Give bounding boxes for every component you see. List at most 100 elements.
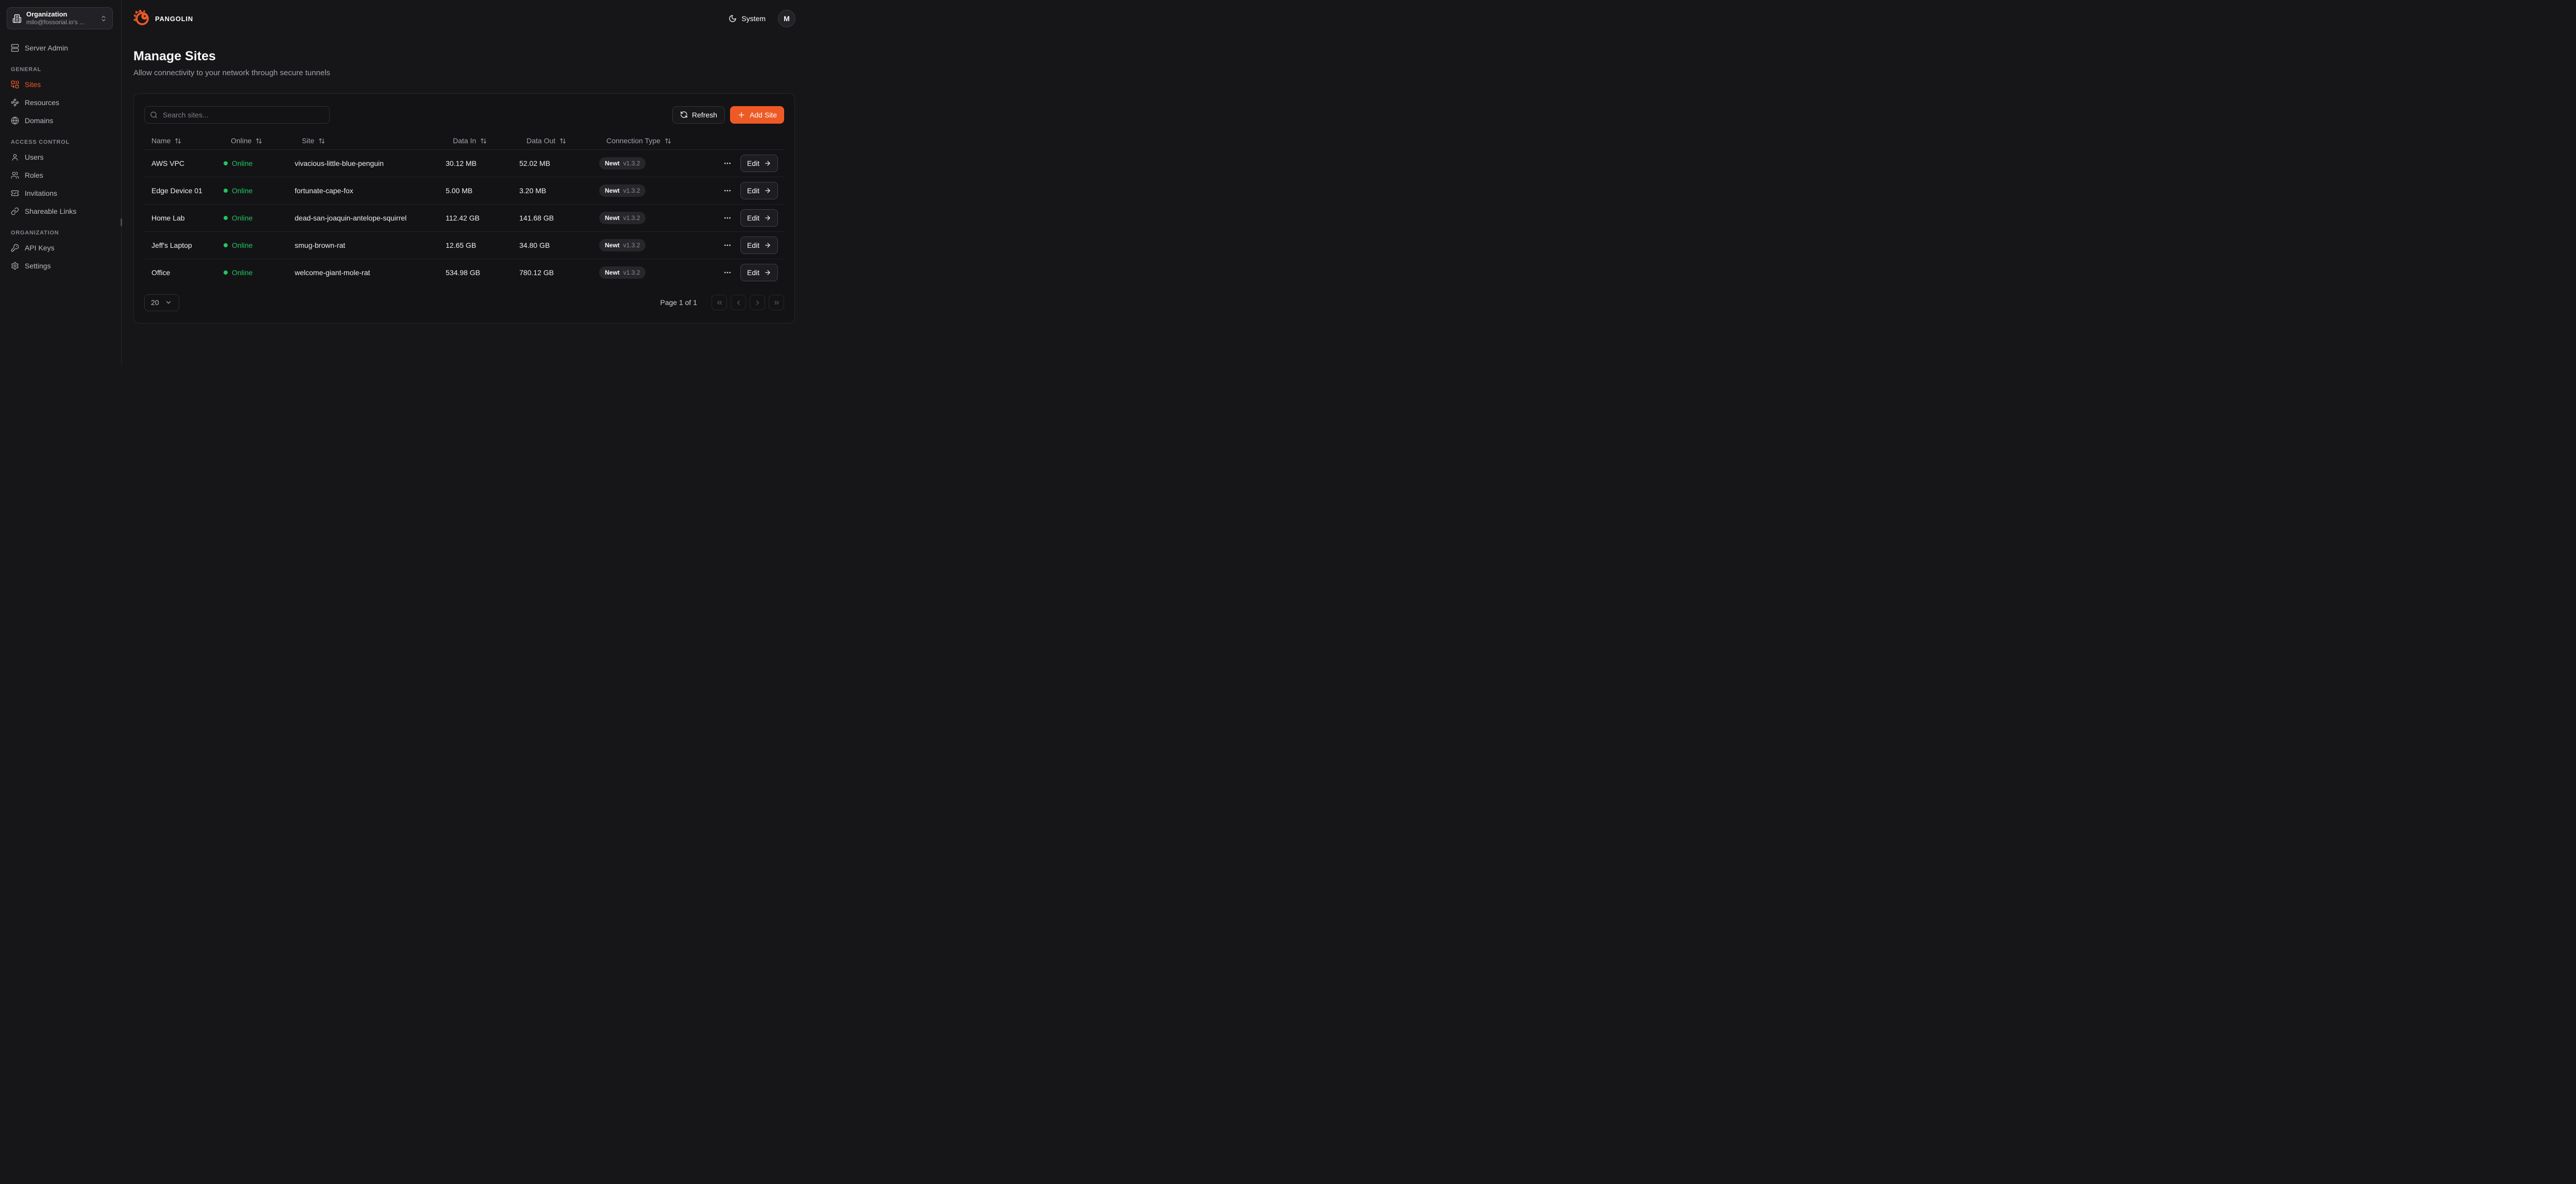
org-selector[interactable]: Organization milo@fossorial.io's ... (7, 7, 113, 29)
chevron-left-icon (735, 299, 742, 307)
row-menu-button[interactable] (721, 157, 734, 170)
sidebar-item-server-admin[interactable]: Server Admin (7, 40, 113, 56)
site-name: Edge Device 01 (144, 187, 224, 195)
arrow-right-icon (764, 269, 771, 276)
data-in-value: 12.65 GB (446, 241, 519, 249)
sort-icon (318, 138, 325, 144)
brand-logo[interactable]: PANGOLIN (133, 9, 193, 29)
refresh-icon (680, 111, 688, 119)
last-page-button[interactable] (769, 295, 784, 310)
site-name: AWS VPC (144, 159, 224, 167)
connection-type-badge: Newtv1.3.2 (599, 157, 646, 170)
data-in-value: 534.98 GB (446, 268, 519, 277)
site-slug: vivacious-little-blue-penguin (295, 159, 446, 167)
arrow-right-icon (764, 160, 771, 167)
column-header-data-out[interactable]: Data Out (519, 137, 599, 145)
sidebar-item-label: Roles (25, 171, 43, 179)
ellipsis-icon (723, 187, 732, 195)
sidebar-item-api-keys[interactable]: API Keys (7, 240, 113, 256)
sidebar-item-label: Sites (25, 80, 41, 89)
column-header-site[interactable]: Site (295, 137, 446, 145)
column-header-online[interactable]: Online (224, 137, 295, 145)
status-badge: Online (224, 159, 295, 167)
row-menu-button[interactable] (721, 184, 734, 197)
next-page-button[interactable] (750, 295, 765, 310)
column-header-name[interactable]: Name (144, 137, 224, 145)
status-badge: Online (224, 241, 295, 249)
sidebar-item-shareable-links[interactable]: Shareable Links (7, 204, 113, 219)
edit-button[interactable]: Edit (740, 155, 778, 172)
sites-toolbar: Refresh Add Site (144, 106, 784, 124)
connection-type-badge: Newtv1.3.2 (599, 184, 646, 197)
sidebar-nav: Server Admin GENERAL Sites Resources Dom… (7, 40, 113, 274)
online-dot-icon (224, 189, 228, 193)
previous-page-button[interactable] (731, 295, 746, 310)
edit-button[interactable]: Edit (740, 264, 778, 281)
sidebar-item-domains[interactable]: Domains (7, 113, 113, 128)
brand-name: PANGOLIN (155, 15, 193, 23)
sites-table: Name Online Site Data In (144, 132, 784, 286)
row-menu-button[interactable] (721, 212, 734, 224)
sidebar-item-label: Settings (25, 262, 51, 270)
sidebar-item-invitations[interactable]: Invitations (7, 185, 113, 201)
data-in-value: 5.00 MB (446, 187, 519, 195)
sidebar-item-label: API Keys (25, 244, 55, 252)
table-row: Office Online welcome-giant-mole-rat 534… (144, 259, 784, 286)
sidebar-section-organization: ORGANIZATION (11, 230, 113, 236)
combine-icon (11, 80, 19, 89)
theme-toggle-label: System (741, 14, 766, 23)
key-icon (11, 244, 19, 252)
first-page-button[interactable] (711, 295, 727, 310)
ticket-check-icon (11, 189, 19, 197)
edit-button[interactable]: Edit (740, 182, 778, 199)
sites-card: Refresh Add Site Name (133, 93, 795, 324)
sidebar-item-resources[interactable]: Resources (7, 95, 113, 110)
sidebar-item-users[interactable]: Users (7, 149, 113, 165)
sidebar-resize-handle[interactable] (121, 218, 122, 226)
globe-icon (11, 116, 19, 125)
sort-icon (175, 138, 181, 144)
sidebar-item-label: Invitations (25, 189, 57, 197)
chevrons-left-icon (716, 299, 723, 307)
arrow-right-icon (764, 214, 771, 222)
add-site-button[interactable]: Add Site (730, 106, 784, 124)
avatar[interactable]: M (778, 10, 795, 27)
page-size-select[interactable]: 20 (144, 294, 179, 311)
sidebar-item-roles[interactable]: Roles (7, 167, 113, 183)
sidebar-item-sites[interactable]: Sites (7, 77, 113, 92)
site-slug: smug-brown-rat (295, 241, 446, 249)
waypoints-icon (11, 98, 19, 107)
data-in-value: 30.12 MB (446, 159, 519, 167)
site-name: Office (144, 268, 224, 277)
sidebar-section-access-control: ACCESS CONTROL (11, 139, 113, 145)
building-icon (12, 14, 22, 23)
moon-icon (728, 14, 737, 23)
data-in-value: 112.42 GB (446, 214, 519, 222)
org-selector-text: Organization milo@fossorial.io's ... (26, 10, 95, 26)
sidebar: Organization milo@fossorial.io's ... Ser… (0, 0, 122, 366)
site-slug: welcome-giant-mole-rat (295, 268, 446, 277)
column-header-data-in[interactable]: Data In (446, 137, 519, 145)
org-selector-label: Organization (26, 10, 95, 19)
plus-icon (737, 111, 745, 119)
user-icon (11, 153, 19, 161)
page-title: Manage Sites (133, 49, 795, 64)
sidebar-item-settings[interactable]: Settings (7, 258, 113, 274)
app-root: Organization milo@fossorial.io's ... Ser… (0, 0, 808, 366)
edit-button[interactable]: Edit (740, 236, 778, 254)
online-dot-icon (224, 243, 228, 247)
sort-icon (665, 138, 671, 144)
edit-button[interactable]: Edit (740, 209, 778, 227)
refresh-button[interactable]: Refresh (672, 106, 725, 124)
chevrons-right-icon (773, 299, 781, 307)
row-menu-button[interactable] (721, 266, 734, 279)
column-header-connection-type[interactable]: Connection Type (599, 137, 721, 145)
search-input[interactable] (144, 106, 330, 124)
ellipsis-icon (723, 241, 732, 249)
row-menu-button[interactable] (721, 239, 734, 251)
theme-toggle-button[interactable]: System (726, 12, 768, 25)
search-icon (150, 111, 158, 119)
arrow-right-icon (764, 187, 771, 194)
main-area: PANGOLIN System M Manage Sites Allow con… (122, 0, 808, 366)
page-content: Manage Sites Allow connectivity to your … (122, 37, 808, 366)
